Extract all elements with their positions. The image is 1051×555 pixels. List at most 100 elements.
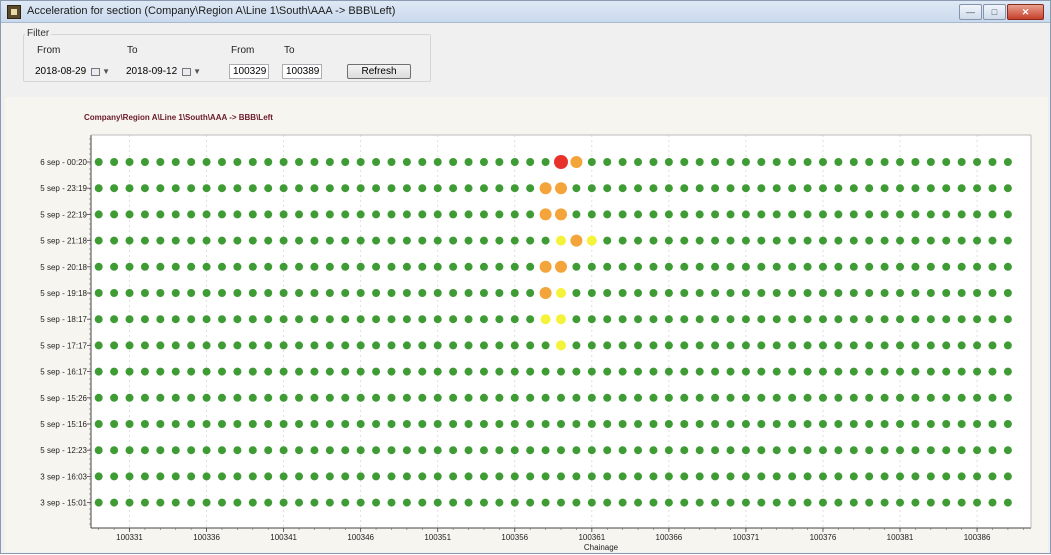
data-point — [264, 367, 273, 376]
data-point — [788, 289, 797, 297]
data-point — [433, 420, 442, 428]
data-point — [156, 446, 165, 455]
data-point — [1003, 420, 1012, 428]
x-tick-label: 100346 — [347, 533, 374, 542]
data-point — [387, 420, 396, 428]
data-point — [603, 158, 612, 166]
data-point — [865, 210, 874, 219]
data-point — [603, 210, 612, 219]
data-point — [554, 155, 568, 169]
data-point — [110, 315, 119, 324]
data-point — [896, 236, 905, 245]
data-point — [295, 236, 304, 245]
data-point — [110, 236, 119, 245]
data-point — [156, 158, 165, 166]
data-point — [586, 235, 597, 246]
data-point — [248, 420, 257, 428]
data-point — [202, 472, 211, 481]
data-point — [356, 446, 365, 455]
data-point — [772, 262, 781, 271]
data-point — [140, 262, 149, 271]
data-point — [880, 158, 889, 166]
data-point — [880, 393, 889, 402]
data-point — [387, 315, 396, 324]
data-point — [803, 262, 812, 271]
data-point — [587, 262, 596, 271]
data-point — [880, 472, 889, 481]
data-point — [356, 158, 365, 166]
data-point — [510, 472, 519, 481]
data-point — [341, 236, 350, 245]
data-point — [156, 420, 165, 428]
data-point — [741, 315, 750, 324]
data-point — [942, 210, 951, 219]
data-point — [834, 210, 843, 219]
data-point — [957, 420, 966, 428]
data-point — [618, 210, 627, 219]
data-point — [295, 393, 304, 402]
data-point — [942, 367, 951, 376]
data-point — [911, 315, 920, 324]
data-point — [911, 446, 920, 455]
data-point — [295, 420, 304, 428]
data-point — [556, 235, 566, 246]
data-point — [788, 315, 797, 324]
data-point — [372, 472, 381, 481]
data-point — [788, 184, 797, 193]
data-point — [942, 341, 951, 350]
data-point — [539, 287, 552, 299]
data-point — [495, 158, 504, 166]
data-point — [156, 184, 165, 193]
data-point — [295, 472, 304, 481]
data-point — [402, 315, 411, 324]
data-point — [618, 289, 627, 297]
data-point — [695, 158, 704, 166]
data-point — [757, 341, 766, 350]
data-point — [834, 446, 843, 455]
data-point — [973, 210, 982, 219]
data-point — [572, 184, 581, 193]
data-point — [140, 289, 149, 297]
data-point — [295, 341, 304, 350]
data-point — [433, 236, 442, 245]
data-point — [171, 341, 180, 350]
data-point — [818, 262, 827, 271]
data-point — [541, 367, 550, 376]
data-point — [834, 472, 843, 481]
data-point — [479, 262, 488, 271]
data-point — [233, 472, 242, 481]
data-point — [803, 393, 812, 402]
data-point — [834, 158, 843, 166]
data-point — [125, 446, 134, 455]
data-point — [449, 184, 458, 193]
data-point — [310, 420, 319, 428]
data-point — [372, 184, 381, 193]
data-point — [248, 184, 257, 193]
data-point — [495, 341, 504, 350]
data-point — [988, 341, 997, 350]
data-point — [264, 472, 273, 481]
data-point — [140, 184, 149, 193]
y-tick-label: 5 sep - 22:19 — [40, 210, 87, 219]
data-point — [402, 367, 411, 376]
data-point — [310, 236, 319, 245]
data-point — [356, 472, 365, 481]
data-point — [140, 341, 149, 350]
data-point — [526, 315, 535, 324]
data-point — [896, 472, 905, 481]
data-point — [125, 472, 134, 481]
data-point — [402, 498, 411, 507]
data-point — [171, 236, 180, 245]
data-point — [557, 446, 565, 455]
data-point — [649, 420, 658, 428]
data-point — [449, 498, 458, 507]
data-point — [973, 420, 982, 428]
data-point — [464, 420, 473, 428]
data-point — [248, 315, 257, 324]
data-point — [818, 184, 827, 193]
data-point — [880, 315, 889, 324]
y-tick-label: 5 sep - 18:17 — [40, 315, 87, 324]
data-point — [310, 262, 319, 271]
data-point — [680, 446, 689, 455]
data-point — [896, 420, 905, 428]
